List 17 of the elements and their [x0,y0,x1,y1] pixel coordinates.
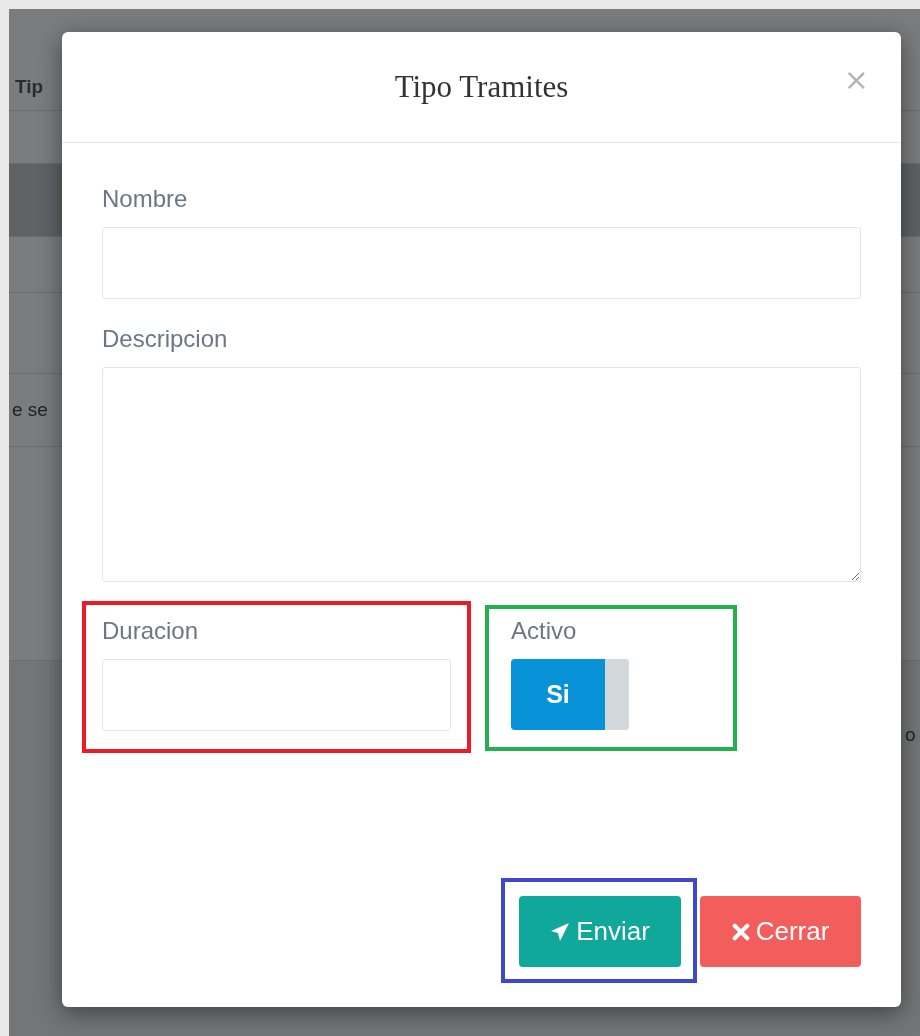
close-button[interactable]: Cerrar [700,896,861,967]
table-cell: e se [12,399,48,421]
toggle-switch[interactable]: Si [511,659,629,730]
input-field[interactable] [102,659,451,731]
close-icon [731,922,750,941]
field-label: Activo [511,617,578,645]
input-field[interactable] [102,227,861,299]
paper-plane-icon [550,921,571,942]
table-cell: o [905,724,916,746]
field-label: Nombre [102,185,189,213]
close-button[interactable]: × [843,65,869,95]
send-button[interactable]: Enviar [519,896,681,967]
column-header: Tip [15,76,44,98]
field-label: Duracion [102,617,200,645]
dialog-title: Tipo Tramites [394,69,569,105]
field-label: Descripcion [102,325,229,353]
text-area[interactable] [102,367,861,582]
